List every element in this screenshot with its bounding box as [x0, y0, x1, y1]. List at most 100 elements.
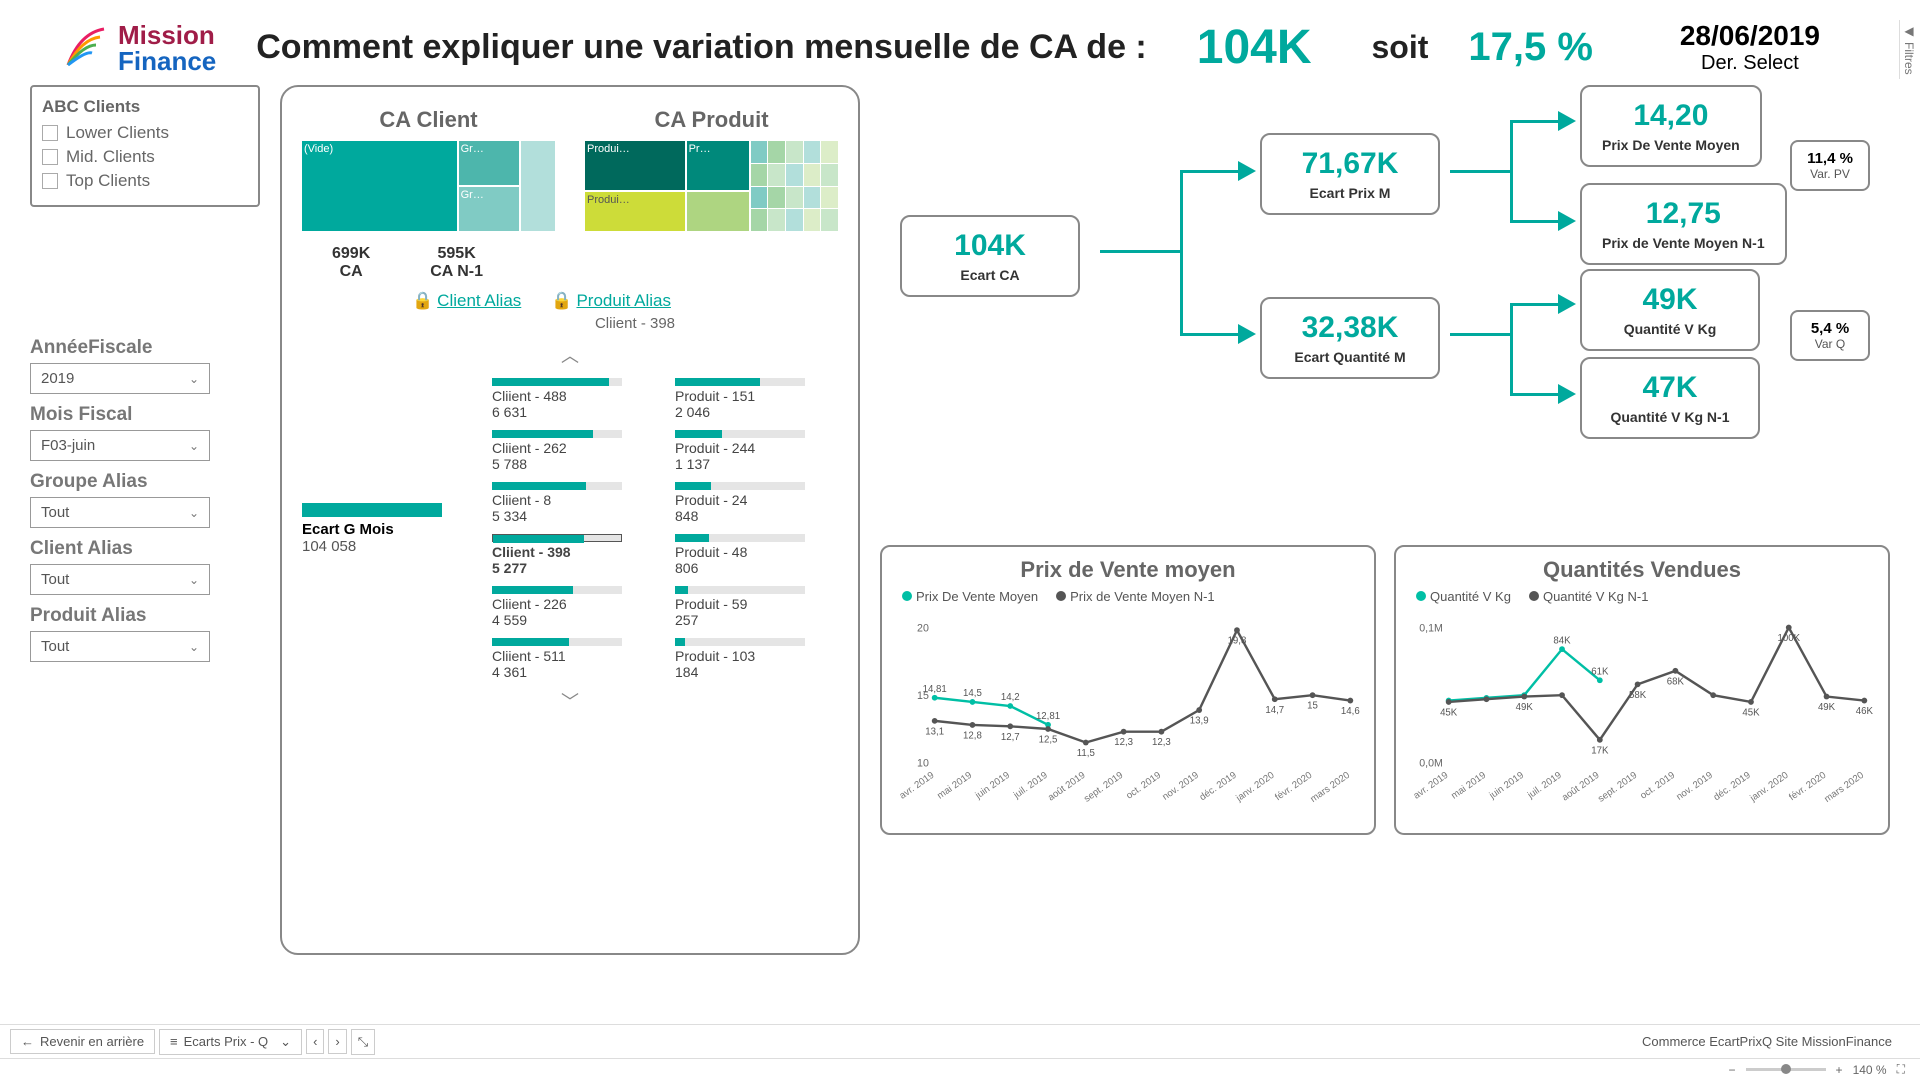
- tree-node-pv-n1[interactable]: 12,75 Prix de Vente Moyen N-1: [1580, 183, 1787, 265]
- legend: Quantité V Kg Quantité V Kg N-1: [1416, 589, 1874, 604]
- leaf-name: Produit - 103: [675, 648, 838, 664]
- svg-text:févr. 2020: févr. 2020: [1273, 770, 1314, 803]
- leaf-name: Cliient - 511: [492, 648, 655, 664]
- svg-text:13,9: 13,9: [1190, 716, 1209, 727]
- chart-quantites[interactable]: Quantités Vendues Quantité V Kg Quantité…: [1394, 545, 1890, 835]
- tm-cell[interactable]: Produi…: [585, 141, 685, 190]
- leaf-value: 5 277: [492, 560, 655, 576]
- decomp-leaf[interactable]: Produit - 24 848: [675, 482, 838, 524]
- kpi-var-pv: 11,4 % Var. PV: [1790, 140, 1870, 191]
- zoom-out-button[interactable]: −: [1729, 1063, 1736, 1077]
- checkbox-icon: [42, 173, 58, 189]
- decomp-leaf[interactable]: Cliient - 398 5 277: [492, 534, 655, 576]
- logo-text-bottom: Finance: [118, 48, 216, 74]
- svg-text:12,8: 12,8: [963, 730, 982, 741]
- drill-produit-alias[interactable]: 🔒Produit Alias: [551, 291, 671, 311]
- leaf-name: Produit - 151: [675, 388, 838, 404]
- decomp-leaf[interactable]: Cliient - 8 5 334: [492, 482, 655, 524]
- decomp-leaf[interactable]: Cliient - 262 5 788: [492, 430, 655, 472]
- leaf-value: 6 631: [492, 404, 655, 420]
- abc-option[interactable]: Top Clients: [42, 171, 248, 191]
- svg-text:0,1M: 0,1M: [1419, 622, 1443, 634]
- select-value: F03-juin: [41, 437, 95, 454]
- leaf-name: Cliient - 262: [492, 440, 655, 456]
- tree-node-ecart-prix[interactable]: 71,67K Ecart Prix M: [1260, 133, 1440, 215]
- svg-text:oct. 2019: oct. 2019: [1124, 770, 1163, 802]
- filter-select[interactable]: Tout ⌄: [30, 564, 210, 595]
- tm-cell[interactable]: [521, 141, 555, 231]
- decomp-leaf[interactable]: Produit - 59 257: [675, 586, 838, 628]
- zoom-slider[interactable]: [1746, 1068, 1826, 1071]
- tm-cell[interactable]: (Vide): [302, 141, 457, 231]
- collapse-button[interactable]: ⤡: [351, 1029, 375, 1055]
- svg-text:12,81: 12,81: [1036, 711, 1060, 722]
- leaf-value: 1 137: [675, 456, 838, 472]
- svg-text:58K: 58K: [1629, 690, 1647, 701]
- abc-option[interactable]: Mid. Clients: [42, 147, 248, 167]
- fit-icon[interactable]: ⛶: [1897, 1062, 1905, 1077]
- tree-node-qv[interactable]: 49K Quantité V Kg: [1580, 269, 1760, 351]
- tree-node-pv[interactable]: 14,20 Prix De Vente Moyen: [1580, 85, 1762, 167]
- chevron-left-icon: ‹: [313, 1034, 317, 1049]
- treemap-client[interactable]: (Vide) Gr… Gr…: [302, 141, 555, 231]
- svg-text:14,5: 14,5: [963, 688, 982, 699]
- svg-text:14,81: 14,81: [923, 684, 947, 695]
- legend: Prix De Vente Moyen Prix de Vente Moyen …: [902, 589, 1360, 604]
- filter-select[interactable]: Tout ⌄: [30, 497, 210, 528]
- leaf-name: Produit - 244: [675, 440, 838, 456]
- decomp-leaf[interactable]: Produit - 244 1 137: [675, 430, 838, 472]
- select-value: Tout: [41, 504, 69, 521]
- page-tab[interactable]: ≡Ecarts Prix - Q⌄: [159, 1029, 302, 1055]
- decomp-leaf[interactable]: Produit - 151 2 046: [675, 378, 838, 420]
- arrow-left-icon: ←: [21, 1034, 34, 1049]
- abc-option[interactable]: Lower Clients: [42, 123, 248, 143]
- lock-icon: 🔒: [551, 291, 572, 310]
- svg-text:17K: 17K: [1591, 745, 1609, 756]
- decomposition-panel: CA Client (Vide) Gr… Gr… CA Produit Prod…: [280, 85, 860, 955]
- ca-n1-label: CA N-1: [430, 263, 483, 281]
- filter-label: Produit Alias: [30, 605, 260, 627]
- nav-next[interactable]: ›: [328, 1029, 346, 1054]
- chevron-down-icon: ⌄: [189, 640, 199, 654]
- back-button[interactable]: ←Revenir en arrière: [10, 1029, 155, 1054]
- root-label: Ecart G Mois: [302, 521, 472, 538]
- decomp-leaf[interactable]: Cliient - 511 4 361: [492, 638, 655, 680]
- filters-tab-label: Filtres: [1902, 42, 1916, 75]
- tm-cell[interactable]: Pr…: [687, 141, 749, 190]
- filters-panel-tab[interactable]: ◀ Filtres: [1899, 20, 1918, 79]
- leaf-value: 4 361: [492, 664, 655, 680]
- tm-cell[interactable]: Gr…: [459, 187, 519, 231]
- filter-select[interactable]: F03-juin ⌄: [30, 430, 210, 461]
- decomp-leaf[interactable]: Produit - 48 806: [675, 534, 838, 576]
- chevron-down-icon[interactable]: ﹀: [302, 688, 838, 714]
- filter-select[interactable]: Tout ⌄: [30, 631, 210, 662]
- leaf-name: Cliient - 8: [492, 492, 655, 508]
- svg-text:14,2: 14,2: [1001, 692, 1020, 703]
- decomp-leaf[interactable]: Produit - 103 184: [675, 638, 838, 680]
- decomp-root[interactable]: Ecart G Mois 104 058: [302, 378, 472, 680]
- leaf-value: 806: [675, 560, 838, 576]
- filter-select[interactable]: 2019 ⌄: [30, 363, 210, 394]
- leaf-value: 2 046: [675, 404, 838, 420]
- nav-prev[interactable]: ‹: [306, 1029, 324, 1054]
- chevron-up-icon[interactable]: ︿: [302, 342, 838, 368]
- zoom-in-button[interactable]: +: [1836, 1063, 1843, 1077]
- tm-cell[interactable]: [687, 192, 749, 231]
- svg-text:49K: 49K: [1818, 702, 1836, 713]
- abc-title: ABC Clients: [42, 97, 248, 117]
- tree-node-qv-n1[interactable]: 47K Quantité V Kg N-1: [1580, 357, 1760, 439]
- tm-cell[interactable]: Produi…: [585, 192, 685, 231]
- kpi-percent: 17,5 %: [1468, 25, 1593, 70]
- drill-client-alias[interactable]: 🔒Client Alias: [412, 291, 521, 311]
- svg-text:avr. 2019: avr. 2019: [898, 770, 937, 802]
- tree-node-ecart-ca[interactable]: 104K Ecart CA: [900, 215, 1080, 297]
- treemap-produit[interactable]: Produi… Produi… Pr…: [585, 141, 838, 231]
- decomp-leaf[interactable]: Cliient - 226 4 559: [492, 586, 655, 628]
- tree-node-ecart-qte[interactable]: 32,38K Ecart Quantité M: [1260, 297, 1440, 379]
- tm-cell[interactable]: Gr…: [459, 141, 519, 185]
- svg-text:19,8: 19,8: [1228, 636, 1247, 647]
- decomp-leaf[interactable]: Cliient - 488 6 631: [492, 378, 655, 420]
- abc-slicer[interactable]: ABC Clients Lower Clients Mid. Clients Top…: [30, 85, 260, 207]
- leaf-name: Cliient - 226: [492, 596, 655, 612]
- chart-prix-vente[interactable]: Prix de Vente moyen Prix De Vente Moyen …: [880, 545, 1376, 835]
